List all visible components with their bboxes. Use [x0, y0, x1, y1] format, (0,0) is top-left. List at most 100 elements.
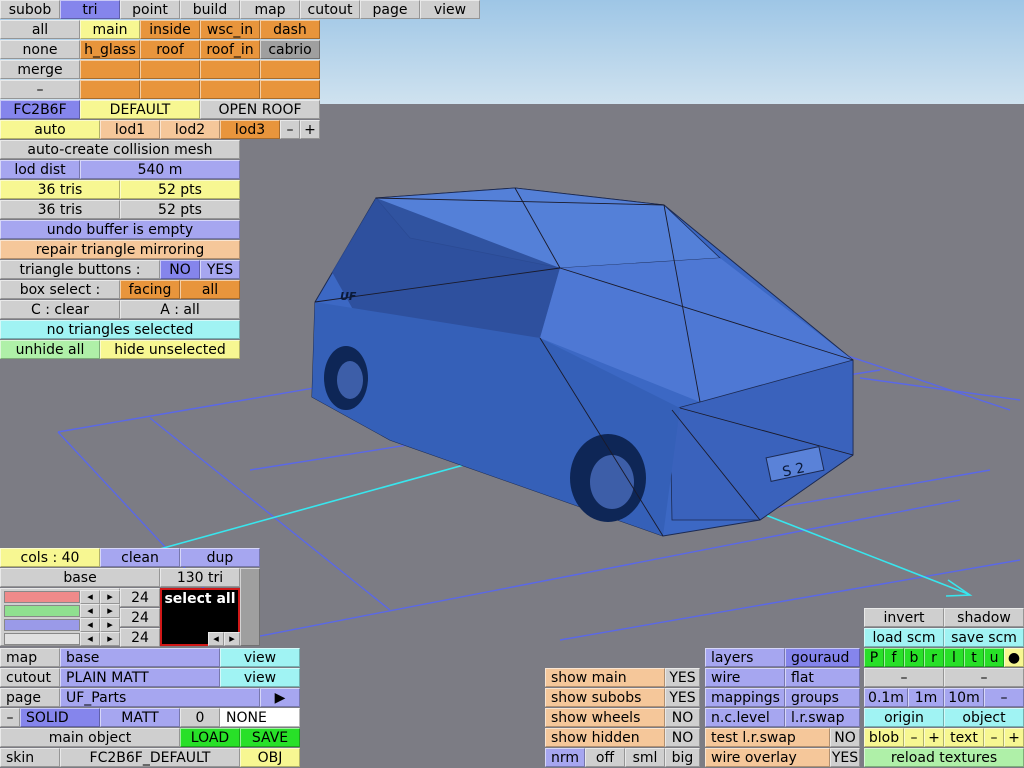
subob-roof[interactable]: roof — [140, 40, 200, 59]
lod1-button[interactable]: lod1 — [100, 120, 160, 139]
load-button[interactable]: LOAD — [180, 728, 240, 747]
cutout-view-button[interactable]: view — [220, 668, 300, 687]
lod3-button[interactable]: lod3 — [220, 120, 280, 139]
alpha-increase-icon[interactable]: ▸ — [100, 632, 120, 646]
alpha-slider[interactable] — [4, 633, 80, 645]
save-scm-button[interactable]: save scm — [944, 628, 1024, 647]
auto-collision-button[interactable]: auto-create collision mesh — [0, 140, 240, 159]
swatch-next-icon[interactable]: ▸ — [224, 632, 240, 646]
blue-decrease-icon[interactable]: ◂ — [80, 618, 100, 632]
subob-all-button[interactable]: all — [0, 20, 80, 39]
flat-button[interactable]: flat — [785, 668, 860, 687]
size-sml-button[interactable]: sml — [625, 748, 665, 767]
menu-tri[interactable]: tri — [60, 0, 120, 19]
menu-view[interactable]: view — [420, 0, 480, 19]
red-slider[interactable] — [4, 591, 80, 603]
menu-build[interactable]: build — [180, 0, 240, 19]
text-plus-button[interactable]: + — [1004, 728, 1024, 747]
main-object-button[interactable]: main object — [0, 728, 180, 747]
view-t-button[interactable]: t — [964, 648, 984, 667]
config-open-roof-button[interactable]: OPEN ROOF — [200, 100, 320, 119]
subob-wsc-in[interactable]: wsc_in — [200, 20, 260, 39]
save-button[interactable]: SAVE — [240, 728, 300, 747]
view-p-button[interactable]: P — [864, 648, 884, 667]
nc-level-button[interactable]: n.c.level — [705, 708, 785, 727]
none-field[interactable]: NONE — [220, 708, 300, 727]
grid-10m-button[interactable]: 10m — [944, 688, 984, 707]
text-minus-button[interactable]: – — [984, 728, 1004, 747]
green-increase-icon[interactable]: ▸ — [100, 604, 120, 618]
size-off-button[interactable]: off — [585, 748, 625, 767]
blob-plus-button[interactable]: + — [924, 728, 944, 747]
show-main-toggle[interactable]: YES — [665, 668, 700, 687]
config-default-button[interactable]: DEFAULT — [80, 100, 200, 119]
menu-subob[interactable]: subob — [0, 0, 60, 19]
grid-01m-button[interactable]: 0.1m — [864, 688, 908, 707]
mode-minus-button[interactable]: – — [0, 708, 20, 727]
origin-button[interactable]: origin — [864, 708, 944, 727]
subob-empty-slot[interactable] — [80, 60, 140, 79]
view-f-button[interactable]: f — [884, 648, 904, 667]
cols-counter[interactable]: cols : 40 — [0, 548, 100, 567]
mappings-button[interactable]: mappings — [705, 688, 785, 707]
subob-main[interactable]: main — [80, 20, 140, 39]
config-id-button[interactable]: FC2B6F — [0, 100, 80, 119]
colour-scrollbar[interactable] — [240, 568, 260, 646]
subob-empty-slot[interactable] — [80, 80, 140, 99]
blue-increase-icon[interactable]: ▸ — [100, 618, 120, 632]
green-decrease-icon[interactable]: ◂ — [80, 604, 100, 618]
clear-shortcut[interactable]: C : clear — [0, 300, 120, 319]
triangle-buttons-no[interactable]: NO — [160, 260, 200, 279]
object-button[interactable]: object — [944, 708, 1024, 727]
lr-swap-button[interactable]: l.r.swap — [785, 708, 860, 727]
triangle-buttons-yes[interactable]: YES — [200, 260, 240, 279]
invert-button[interactable]: invert — [864, 608, 944, 627]
show-wheels-toggle[interactable]: NO — [665, 708, 700, 727]
map-view-button[interactable]: view — [220, 648, 300, 667]
wire-overlay-toggle[interactable]: YES — [830, 748, 860, 767]
reload-textures-button[interactable]: reload textures — [864, 748, 1024, 767]
size-nrm-button[interactable]: nrm — [545, 748, 585, 767]
swatch-prev-icon[interactable]: ◂ — [208, 632, 224, 646]
green-slider[interactable] — [4, 605, 80, 617]
wire-button[interactable]: wire — [705, 668, 785, 687]
blue-slider[interactable] — [4, 619, 80, 631]
subob-none-button[interactable]: none — [0, 40, 80, 59]
grid-minus-button[interactable]: – — [984, 688, 1024, 707]
obj-button[interactable]: OBJ — [240, 748, 300, 767]
groups-button[interactable]: groups — [785, 688, 860, 707]
mode-zero-value[interactable]: 0 — [180, 708, 220, 727]
subob-roof-in[interactable]: roof_in — [200, 40, 260, 59]
show-subobs-toggle[interactable]: YES — [665, 688, 700, 707]
show-hidden-toggle[interactable]: NO — [665, 728, 700, 747]
blob-minus-button[interactable]: – — [904, 728, 924, 747]
view-b-button[interactable]: b — [904, 648, 924, 667]
menu-point[interactable]: point — [120, 0, 180, 19]
clean-button[interactable]: clean — [100, 548, 180, 567]
box-select-all[interactable]: all — [180, 280, 240, 299]
cutout-value[interactable]: PLAIN MATT — [60, 668, 220, 687]
subob-empty-slot[interactable] — [200, 60, 260, 79]
unhide-all-button[interactable]: unhide all — [0, 340, 100, 359]
subob-h-glass[interactable]: h_glass — [80, 40, 140, 59]
subob-empty-slot[interactable] — [140, 80, 200, 99]
gouraud-button[interactable]: gouraud — [785, 648, 860, 667]
view-u-button[interactable]: u — [984, 648, 1004, 667]
red-decrease-icon[interactable]: ◂ — [80, 590, 100, 604]
subob-merge-button[interactable]: merge — [0, 60, 80, 79]
load-scm-button[interactable]: load scm — [864, 628, 944, 647]
colour-base-label[interactable]: base — [0, 568, 160, 587]
subob-dash-button[interactable]: – — [0, 80, 80, 99]
size-big-button[interactable]: big — [665, 748, 700, 767]
tools-dash-right[interactable]: – — [944, 668, 1024, 687]
matt-button[interactable]: MATT — [100, 708, 180, 727]
page-play-icon[interactable]: ▶ — [260, 688, 300, 707]
dup-button[interactable]: dup — [180, 548, 260, 567]
skin-value[interactable]: FC2B6F_DEFAULT — [60, 748, 240, 767]
map-value[interactable]: base — [60, 648, 220, 667]
undo-status[interactable]: undo buffer is empty — [0, 220, 240, 239]
test-lr-swap-toggle[interactable]: NO — [830, 728, 860, 747]
subob-inside[interactable]: inside — [140, 20, 200, 39]
subob-dash[interactable]: dash — [260, 20, 320, 39]
menu-map[interactable]: map — [240, 0, 300, 19]
